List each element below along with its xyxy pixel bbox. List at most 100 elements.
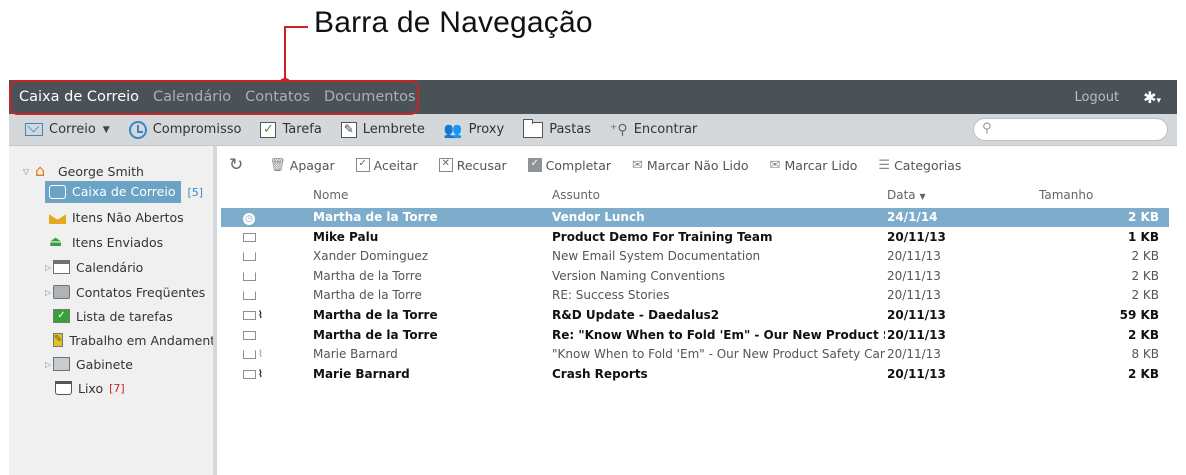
pencil-icon: ✎ (340, 121, 357, 138)
sidebar-item-gabinete[interactable]: ▷ Gabinete (45, 353, 133, 375)
user-name: George Smith (58, 163, 144, 179)
calendar-icon (53, 260, 70, 274)
annotation-line (284, 26, 286, 82)
subject-text: Re: "Know When to Fold 'Em" - Our New Pr… (552, 327, 885, 342)
clock-icon (128, 120, 147, 139)
envelope-icon (243, 328, 273, 342)
expand-triangle-icon[interactable]: ▷ (45, 288, 53, 297)
sidebar-item-caixa-de-correio[interactable]: Caixa de Correio [5] (45, 181, 203, 203)
date-text: 20/11/13 (887, 366, 946, 381)
table-row[interactable]: ⌇ Marie Barnard Crash Reports 20/11/13 2 KB (221, 365, 1169, 384)
sidebar-item-calendario[interactable]: ▷ Calendário (45, 256, 143, 278)
sidebar-item-lixo[interactable]: Lixo [7] (55, 377, 125, 399)
sender-name: Martha de la Torre (313, 210, 438, 224)
sidebar-item-label: Itens Enviados (72, 234, 164, 250)
table-row[interactable]: Martha de la Torre RE: Success Stories 20/… (221, 286, 1169, 305)
read-envelope-icon: ✉ (769, 157, 781, 173)
column-header-data[interactable]: Data ▼ (887, 188, 926, 208)
tasks-icon: ✓ (53, 309, 70, 323)
open-envelope-icon (243, 269, 273, 283)
trash-icon: 🗑 (269, 157, 286, 173)
tarefa-button[interactable]: ✓ Tarefa (260, 121, 322, 138)
date-text: 20/11/13 (887, 268, 941, 283)
sender-name: Marie Barnard (313, 366, 410, 381)
sidebar-item-trabalho-em-andamento[interactable]: ✎ Trabalho em Andamento (53, 329, 213, 351)
table-row[interactable]: ⌇ Martha de la Torre R&D Update - Daedalus… (221, 306, 1169, 325)
sidebar-item-itens-enviados[interactable]: ⏏ Itens Enviados (49, 231, 163, 253)
tree-user-root[interactable]: ▽ ⌂ George Smith (23, 160, 144, 182)
pastas-label: Pastas (549, 122, 592, 137)
sidebar-item-itens-nao-abertos[interactable]: Itens Não Abertos (49, 206, 184, 228)
expand-triangle-icon[interactable]: ▽ (23, 167, 35, 176)
refresh-icon[interactable]: ↻ (229, 155, 243, 175)
sidebar-item-label: Trabalho em Andamento (69, 332, 213, 348)
find-icon: ⁺⚲ (610, 121, 628, 138)
column-header-assunto[interactable]: Assunto (552, 188, 600, 208)
table-row[interactable]: Martha de la Torre Re: "Know When to Fold… (221, 326, 1169, 345)
recusar-button[interactable]: ✕ Recusar (438, 157, 507, 173)
table-row[interactable]: ⌇ Marie Barnard "Know When to Fold 'Em" - … (221, 345, 1169, 364)
trash-icon (55, 381, 72, 395)
completar-button[interactable]: ✓ Completar (527, 157, 612, 173)
folder-icon (523, 118, 544, 138)
column-header-tamanho[interactable]: Tamanho (1039, 188, 1093, 208)
sent-icon: ⏏ (49, 234, 63, 250)
sidebar-item-label: Itens Não Abertos (72, 209, 184, 225)
complete-icon: ✓ (527, 158, 542, 172)
date-text: 20/11/13 (887, 288, 941, 303)
date-text: 20/11/13 (887, 229, 946, 244)
expand-triangle-icon[interactable]: ▷ (45, 360, 53, 369)
folder-tree: ▽ ⌂ George Smith Caixa de Correio [5] It… (9, 146, 217, 475)
proxy-button[interactable]: 👥 Proxy (444, 121, 504, 139)
open-envelope-attachment-icon: ⌇ (243, 347, 273, 361)
expand-triangle-icon[interactable]: ▷ (45, 263, 53, 272)
size-text: 2 KB (1128, 366, 1159, 381)
date-text: 20/11/13 (887, 347, 941, 362)
date-text: 24/1/14 (887, 210, 938, 224)
date-text: 20/11/13 (887, 249, 941, 264)
aceitar-button[interactable]: ✓ Aceitar (355, 158, 418, 173)
marcar-nao-lido-label: Marcar Não Lido (646, 157, 749, 173)
correio-label: Correio (49, 122, 96, 137)
correio-button[interactable]: Correio ▼ (25, 122, 110, 137)
compromisso-button[interactable]: Compromisso (128, 120, 242, 139)
column-header-nome[interactable]: Nome (313, 188, 348, 208)
column-header-data-label: Data (887, 188, 916, 202)
search-input[interactable] (1000, 121, 1160, 138)
annotation-highlight-box (9, 80, 419, 115)
selected-folder[interactable]: Caixa de Correio (45, 181, 182, 203)
annotation-title: Barra de Navegação (314, 6, 593, 39)
sidebar-item-label: Caixa de Correio (72, 184, 176, 199)
accept-icon: ✓ (355, 158, 370, 172)
table-row[interactable]: ◷ Martha de la Torre Vendor Lunch 24/1/14 2 … (221, 208, 1169, 227)
table-row[interactable]: Mike Palu Product Demo For Training Team 2… (221, 228, 1169, 247)
gear-icon[interactable]: ✱▾ (1143, 88, 1161, 107)
sidebar-item-contatos-frequentes[interactable]: ▷ Contatos Freqüentes (45, 281, 205, 303)
search-icon: ⚲ (982, 121, 992, 136)
apagar-button[interactable]: 🗑 Apagar (269, 158, 334, 173)
categorias-button[interactable]: ☰ Categorias (878, 158, 961, 173)
contacts-icon (53, 285, 70, 299)
chevron-down-icon[interactable]: ▼ (103, 125, 110, 135)
pastas-button[interactable]: Pastas (523, 118, 592, 138)
size-text: 59 KB (1119, 308, 1159, 322)
sender-name: Mike Palu (313, 229, 379, 244)
marcar-nao-lido-button[interactable]: ✉ Marcar Não Lido (632, 158, 749, 173)
lembrete-button[interactable]: ✎ Lembrete (340, 121, 425, 138)
sidebar-item-lista-de-tarefas[interactable]: ✓ Lista de tarefas (53, 305, 173, 327)
marcar-lido-button[interactable]: ✉ Marcar Lido (770, 158, 858, 173)
decline-icon: ✕ (438, 158, 453, 172)
unread-count: [5] (187, 185, 204, 199)
subject-text: New Email System Documentation (552, 249, 761, 264)
search-box[interactable]: ⚲ (973, 118, 1168, 141)
sender-name: Martha de la Torre (313, 268, 422, 283)
logout-link[interactable]: Logout (1075, 90, 1120, 105)
completar-label: Completar (545, 157, 612, 173)
categorias-label: Categorias (894, 157, 962, 173)
table-row[interactable]: Xander Dominguez New Email System Documen… (221, 247, 1169, 266)
recusar-label: Recusar (456, 157, 507, 173)
table-row[interactable]: Martha de la Torre Version Naming Convent… (221, 267, 1169, 286)
compromisso-label: Compromisso (152, 122, 242, 137)
encontrar-button[interactable]: ⁺⚲ Encontrar (610, 122, 697, 138)
main-toolbar: Correio ▼ Compromisso ✓ Tarefa ✎ Lembret… (9, 114, 1177, 146)
